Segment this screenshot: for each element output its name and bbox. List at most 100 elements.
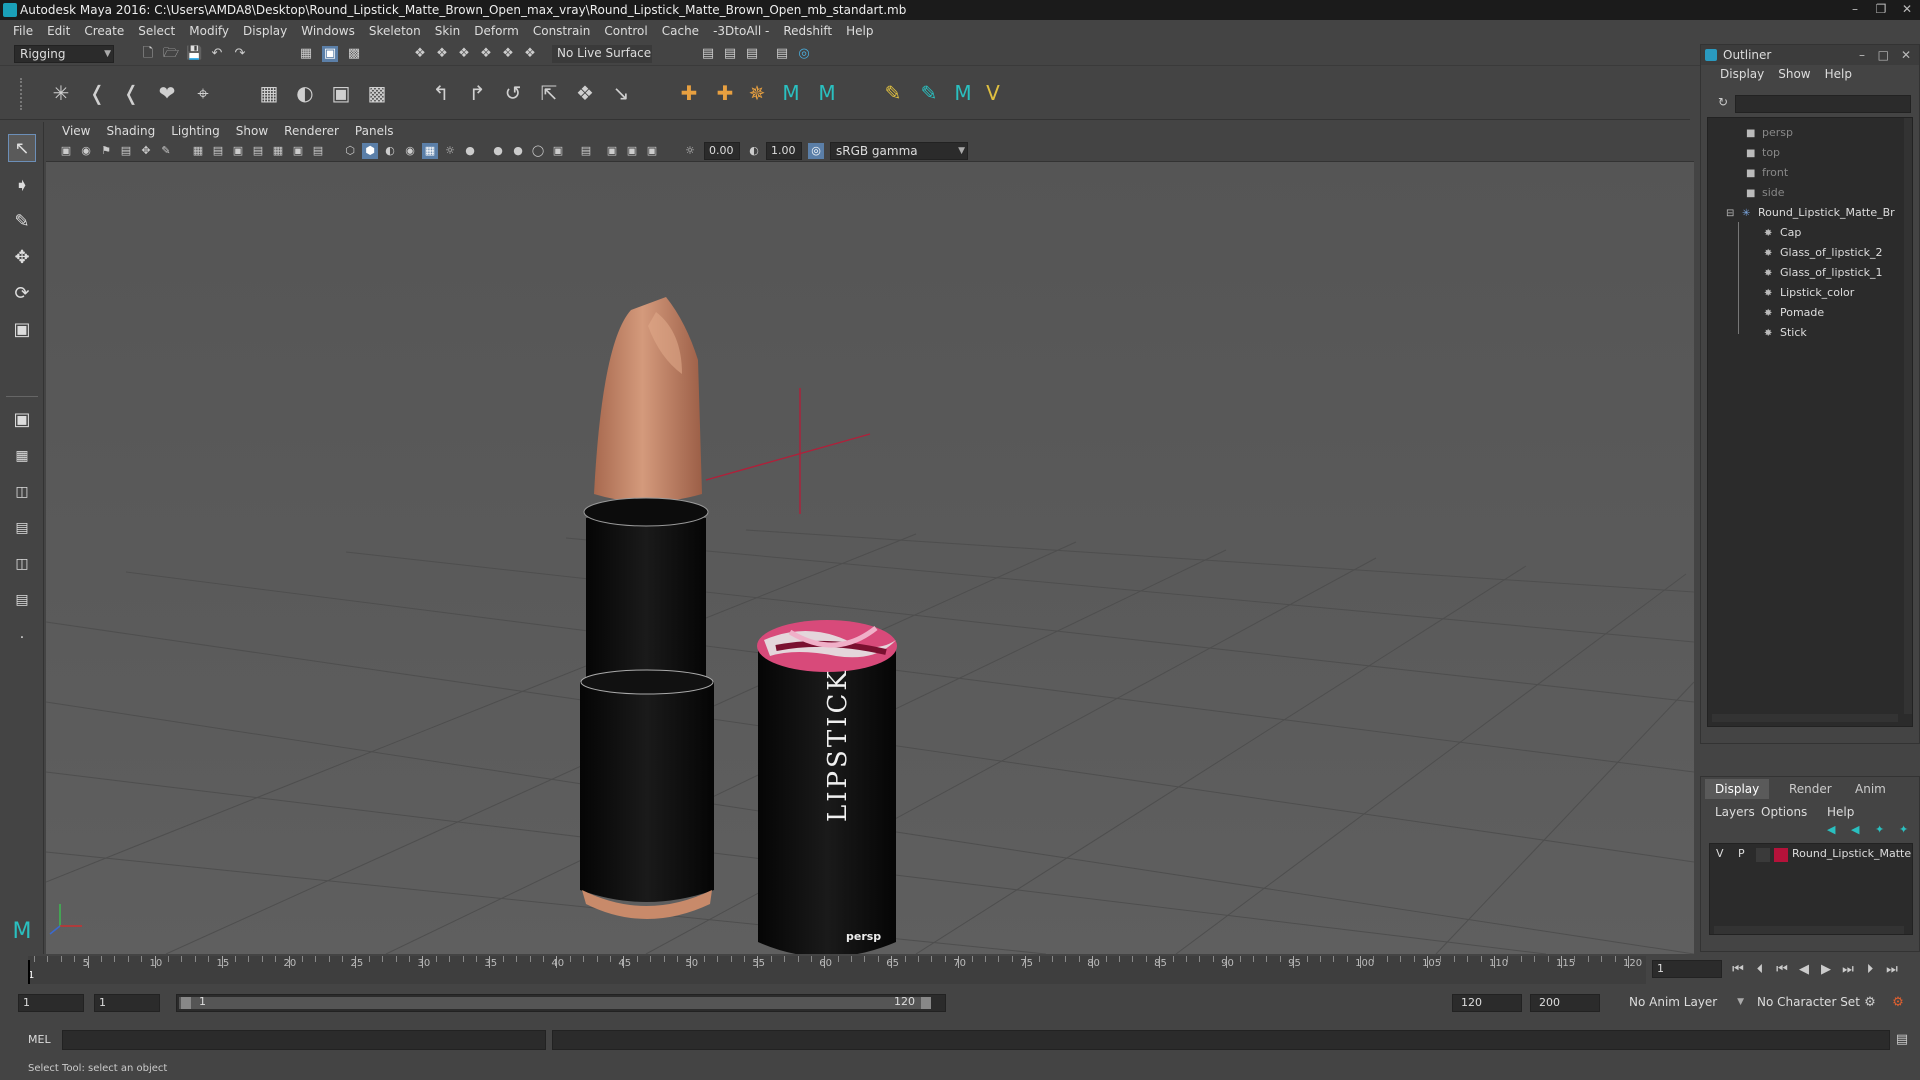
point-constraint-icon[interactable]: ↰: [428, 80, 454, 106]
viewport-menu-shading[interactable]: Shading: [98, 124, 163, 138]
lipstick-stick[interactable]: [580, 676, 714, 902]
film-gate-icon[interactable]: ▤: [210, 143, 226, 159]
save-scene-icon[interactable]: 💾: [186, 46, 202, 62]
layer-visibility-toggle[interactable]: V: [1716, 847, 1724, 860]
animation-preferences-icon[interactable]: ⚙: [1890, 995, 1906, 1011]
snap-live-icon[interactable]: ❖: [500, 46, 516, 62]
select-by-component-icon[interactable]: ▩: [346, 46, 362, 62]
outliner-minimize-button[interactable]: –: [1859, 45, 1865, 65]
snap-curve-icon[interactable]: ❖: [434, 46, 450, 62]
layer-display-type[interactable]: [1756, 848, 1770, 862]
live-surface-field[interactable]: No Live Surface: [552, 45, 652, 63]
outliner-search-input[interactable]: [1735, 95, 1911, 113]
close-button[interactable]: ✕: [1894, 0, 1920, 18]
layer-row[interactable]: V P Round_Lipstick_Matte: [1710, 846, 1911, 864]
menu-3dtoall[interactable]: -3DtoAll -: [706, 24, 776, 38]
motion-blur-icon[interactable]: ●: [490, 143, 506, 159]
viewport-persp[interactable]: LIPSTICK persp: [46, 162, 1694, 954]
2d-pan-zoom-icon[interactable]: ✥: [138, 143, 154, 159]
outliner-item-cap[interactable]: ✸ Cap: [1764, 224, 1801, 242]
move-layer-down-icon[interactable]: ◀: [1851, 823, 1859, 836]
depth-of-field-icon[interactable]: ◯: [530, 143, 546, 159]
lattice-icon[interactable]: ▣: [328, 80, 354, 106]
redo-icon[interactable]: ↷: [232, 46, 248, 62]
persp-outliner-layout-icon[interactable]: ◫: [8, 550, 36, 578]
outliner-item-group[interactable]: ⊟ ✳ Round_Lipstick_Matte_Br: [1726, 204, 1895, 222]
outliner-vertical-scrollbar[interactable]: [1904, 118, 1912, 714]
script-editor-icon[interactable]: ▤: [1894, 1032, 1910, 1048]
aim-constraint-icon[interactable]: ↱: [464, 80, 490, 106]
image-plane-icon[interactable]: ▤: [118, 143, 134, 159]
layer-tab-display[interactable]: Display: [1705, 779, 1770, 799]
outliner-item-front[interactable]: ■ front: [1746, 164, 1788, 182]
smooth-bind-icon[interactable]: ▦: [256, 80, 282, 106]
select-camera-icon[interactable]: ▣: [58, 143, 74, 159]
gamma-field[interactable]: 1.00: [766, 142, 802, 160]
time-slider[interactable]: 1 5 10 15 20 25 30 35 40 45 50 55 60 65 70 75 80 85 90 95 1…: [0, 954, 1920, 986]
isolate-select-icon[interactable]: ▣: [550, 143, 566, 159]
layer-horizontal-scrollbar[interactable]: [1714, 926, 1904, 934]
gate-mask-icon[interactable]: ▤: [250, 143, 266, 159]
outliner-item-top[interactable]: ■ top: [1746, 144, 1780, 162]
outliner-item-side[interactable]: ■ side: [1746, 184, 1785, 202]
textured-icon[interactable]: ◉: [402, 143, 418, 159]
character-set-dropdown[interactable]: No Character Set: [1752, 994, 1870, 1012]
step-back-key-icon[interactable]: ⏴: [1752, 962, 1768, 978]
gamma-icon[interactable]: ◐: [746, 143, 762, 159]
xray-icon[interactable]: ▤: [578, 143, 594, 159]
outliner-item-lipstick-color[interactable]: ✸ Lipstick_color: [1764, 284, 1854, 302]
magnet-icon[interactable]: ❖: [522, 46, 538, 62]
hypershade-icon[interactable]: ◎: [796, 46, 812, 62]
auto-key-icon[interactable]: ⚙: [1862, 995, 1878, 1011]
new-scene-icon[interactable]: 🗋: [140, 46, 156, 62]
menu-cache[interactable]: Cache: [655, 24, 706, 38]
rigid-bind-icon[interactable]: ◐: [292, 80, 318, 106]
four-view-layout-icon[interactable]: ▦: [8, 442, 36, 470]
layer-tab-anim[interactable]: Anim: [1845, 779, 1896, 799]
render-settings-icon[interactable]: ▤: [774, 46, 790, 62]
orient-constraint-icon[interactable]: ↺: [500, 80, 526, 106]
range-end-grip[interactable]: [921, 997, 931, 1009]
time-ruler[interactable]: 1 5 10 15 20 25 30 35 40 45 50 55 60 65 70 75 80 85 90 95 1…: [28, 956, 1646, 984]
grease-pencil-icon[interactable]: ✎: [158, 143, 174, 159]
paint-weights-icon[interactable]: ✎: [880, 80, 906, 106]
outliner-horizontal-scrollbar[interactable]: [1712, 714, 1898, 722]
layer-tab-render[interactable]: Render: [1779, 779, 1842, 799]
persp-graph-layout-icon[interactable]: ▤: [8, 514, 36, 542]
xray-components-icon[interactable]: ▣: [624, 143, 640, 159]
render-view-icon[interactable]: ▤: [700, 46, 716, 62]
color-space-dropdown[interactable]: sRGB gamma ▼: [830, 142, 968, 160]
use-all-lights-icon[interactable]: ▦: [422, 143, 438, 159]
menu-file[interactable]: File: [6, 24, 40, 38]
select-by-hierarchy-icon[interactable]: ▦: [298, 46, 314, 62]
end-frame-field[interactable]: 200: [1530, 994, 1600, 1012]
cluster-icon[interactable]: ▩: [364, 80, 390, 106]
layer-color-swatch[interactable]: [1774, 848, 1788, 862]
smooth-shade-icon[interactable]: ⬢: [362, 143, 378, 159]
field-chart-icon[interactable]: ▦: [270, 143, 286, 159]
xray-joints-icon[interactable]: ▣: [604, 143, 620, 159]
step-forward-key-icon[interactable]: ⏵: [1862, 962, 1878, 978]
rotate-tool-icon[interactable]: ⟳: [8, 280, 36, 308]
layer-menu-layers[interactable]: Layers: [1715, 805, 1755, 819]
new-layer-icon[interactable]: ✦: [1875, 823, 1884, 836]
menu-windows[interactable]: Windows: [294, 24, 362, 38]
menu-control[interactable]: Control: [597, 24, 654, 38]
undo-icon[interactable]: ↶: [209, 46, 225, 62]
viewport-menu-show[interactable]: Show: [228, 124, 276, 138]
lipstick-cap[interactable]: LIPSTICK: [757, 620, 897, 954]
menu-deform[interactable]: Deform: [467, 24, 526, 38]
exposure-icon[interactable]: ☼: [682, 143, 698, 159]
select-by-object-icon[interactable]: ▣: [322, 46, 338, 62]
outliner-menu-show[interactable]: Show: [1771, 67, 1817, 81]
command-language-label[interactable]: MEL: [28, 1033, 51, 1046]
ik-handle-icon[interactable]: ❬: [84, 80, 110, 106]
start-frame-field[interactable]: 1: [18, 994, 84, 1012]
minimize-button[interactable]: –: [1842, 0, 1868, 18]
range-slider[interactable]: 1 120: [176, 994, 946, 1012]
layer-menu-options[interactable]: Options: [1761, 805, 1807, 819]
sculpt-deformer-icon[interactable]: ✎: [916, 80, 942, 106]
safe-title-icon[interactable]: ▤: [310, 143, 326, 159]
layer-playback-toggle[interactable]: P: [1738, 847, 1745, 860]
ambient-occlusion-icon[interactable]: ●: [462, 143, 478, 159]
